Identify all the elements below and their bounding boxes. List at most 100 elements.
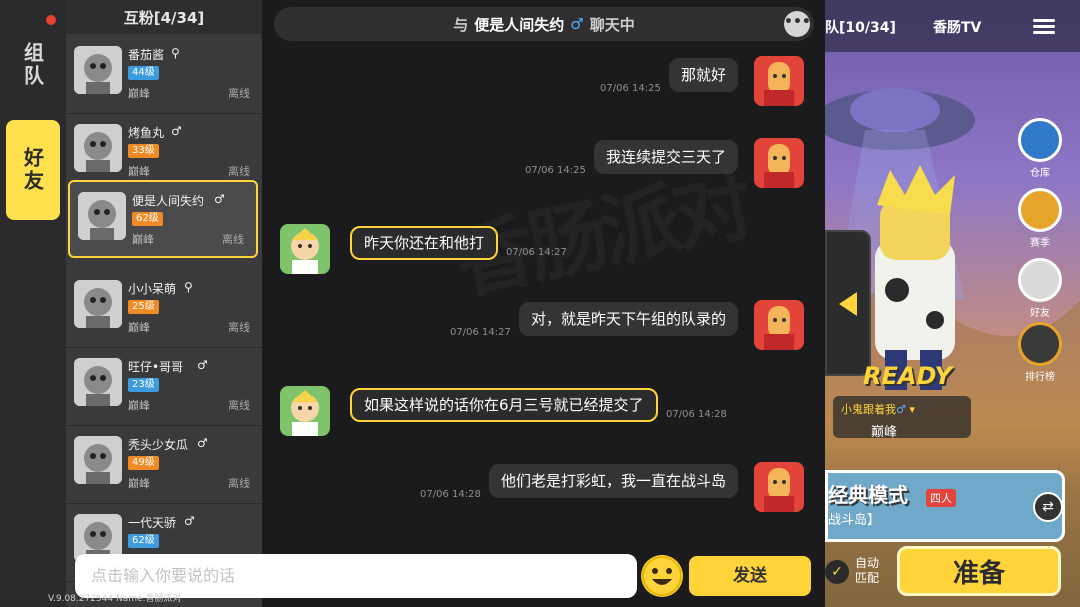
search-icon: ⚲ [184,280,193,294]
chat-header-suffix: 聊天中 [589,15,635,34]
chat-message-bubble: 他们老是打彩虹，我一直在战斗岛 [488,464,738,498]
leaderboard-label: 排行榜 [1025,372,1055,383]
follower-name: 小鬼跟着我♂ ▾ [841,403,915,416]
friend-avatar [74,280,122,328]
online-status: 离线 [228,477,250,490]
friend-name: 烤鱼丸 [128,126,165,140]
level-badge: 49级 [128,456,159,470]
friend-avatar [78,192,126,240]
chat-message-bubble: 我连续提交三天了 [593,140,738,174]
season-button[interactable]: 赛季 [1017,188,1063,249]
player-rank: 巅峰 [871,425,898,440]
my-avatar[interactable] [754,462,804,512]
collapse-panel-button[interactable] [825,230,871,376]
level-badge: 44级 [128,66,159,80]
online-status: 离线 [228,399,250,412]
emoji-button[interactable] [641,555,683,597]
chat-header-prefix: 与 [453,15,469,34]
friends-button[interactable]: 好友 [1017,258,1063,319]
tab-team[interactable]: 组队 [6,30,60,100]
version-label: V.9.08.272544 Name:香肠派对 [48,594,182,604]
friend-name: 小小呆萌 [128,282,177,296]
friend-name: 一代天骄 [128,516,177,530]
warehouse-label: 仓库 [1030,168,1050,179]
friend-item[interactable]: 旺仔•哥哥 ♂ 23级巅峰 离线 [66,348,262,426]
mode-players-badge: 四人 [926,489,956,507]
friends-label: 好友 [1030,308,1050,319]
friend-rank: 巅峰 [132,233,154,246]
mode-map: 战斗岛】 [828,513,881,528]
friend-item[interactable]: 小小呆萌 ⚲ 25级巅峰 离线 [66,270,262,348]
warehouse-icon [1018,118,1062,162]
friend-avatar[interactable] [280,224,330,274]
male-icon: ♂ [171,124,182,138]
level-badge: 25级 [128,300,159,314]
notification-dot [46,15,56,25]
chat-message-bubble: 如果这样说的话你在6月三号就已经提交了 [350,388,658,422]
chat-message-bubble: 对，就是昨天下午组的队录的 [518,302,738,336]
level-badge: 33级 [128,144,159,158]
ready-status: READY [863,362,952,390]
friend-avatar [74,46,122,94]
tab-friends[interactable]: 好友 [6,120,60,220]
friend-avatar [74,124,122,172]
friend-list: 互粉[4/34] 番茄酱 ⚲ 44级 巅峰 离线 烤鱼丸 ♂ 33级 巅峰 离线 便是人间失约 ♂ 62… [66,0,262,607]
season-label: 赛季 [1030,238,1050,249]
friend-item[interactable]: 便是人间失约 ♂ 62级巅峰 离线 [68,180,258,258]
friend-rank: 巅峰 [128,477,150,490]
more-options-button[interactable]: ••• [784,11,811,37]
friend-rank: 巅峰 [128,399,150,412]
male-icon: ♂ [570,15,584,33]
online-status: 离线 [228,87,250,100]
friend-name: 番茄酱 [128,48,165,62]
friend-item[interactable]: 番茄酱 ⚲ 44级 巅峰 离线 [66,36,262,114]
warehouse-button[interactable]: 仓库 [1017,118,1063,179]
my-avatar[interactable] [754,300,804,350]
friend-item[interactable]: 秃头少女瓜 ♂ 49级巅峰 离线 [66,426,262,504]
chat-message-bubble: 那就好 [668,58,738,92]
friend-name: 旺仔•哥哥 [128,360,184,374]
message-timestamp: 07/06 14:25 [600,83,661,94]
male-icon: ♂ [197,436,208,450]
send-button[interactable]: 发送 [689,556,811,596]
online-status: 离线 [228,165,250,178]
friend-list-header: 互粉[4/34] [66,0,262,34]
male-icon: ♂ [197,358,208,372]
smiley-icon [642,556,682,596]
message-timestamp: 07/06 14:28 [666,409,727,420]
left-rail: 组队 好友 [0,0,66,607]
friend-rank: 巅峰 [128,165,150,178]
online-status: 离线 [222,233,244,246]
male-icon: ♂ [214,192,225,206]
hamburger-menu-icon[interactable] [1033,19,1055,35]
male-icon: ♂ [184,514,195,528]
checkmark-icon: ✓ [825,560,849,584]
message-timestamp: 07/06 14:27 [450,327,511,338]
online-status: 离线 [228,321,250,334]
auto-match-label: 自动 匹配 [855,556,880,585]
friend-name: 便是人间失约 [132,194,205,208]
game-lobby-scene: 队[10/34] 香肠TV 仓库 赛季 好友 排行榜 READY 小鬼跟着我♂ … [825,0,1080,607]
search-icon: ⚲ [171,46,180,60]
game-mode-card[interactable]: 经典模式 四人 战斗岛】 [825,470,1065,542]
friend-rank: 巅峰 [128,321,150,334]
leaderboard-icon [1018,322,1062,366]
my-avatar[interactable] [754,56,804,106]
level-badge: 62级 [128,534,159,548]
auto-match-toggle[interactable]: ✓ 自动 匹配 [825,552,889,596]
my-avatar[interactable] [754,138,804,188]
friend-avatar[interactable] [280,386,330,436]
channel-label[interactable]: 香肠TV [933,17,981,37]
friend-name: 秃头少女瓜 [128,438,189,452]
leaderboard-button[interactable]: 排行榜 [1017,322,1063,383]
level-badge: 23级 [128,378,159,392]
ready-button[interactable]: 准备 [897,546,1061,596]
swap-mode-icon[interactable]: ⇄ [1033,492,1063,522]
app-root: 组队 好友 互粉[4/34] 番茄酱 ⚲ 44级 巅峰 离线 烤鱼丸 ♂ 33级 巅峰 离线 便是人… [0,0,1080,607]
message-timestamp: 07/06 14:27 [506,247,567,258]
message-timestamp: 07/06 14:28 [420,489,481,500]
arrow-left-icon [839,292,857,316]
level-badge: 62级 [132,212,163,226]
team-count-label[interactable]: 队[10/34] [825,17,896,37]
friends-icon [1018,258,1062,302]
